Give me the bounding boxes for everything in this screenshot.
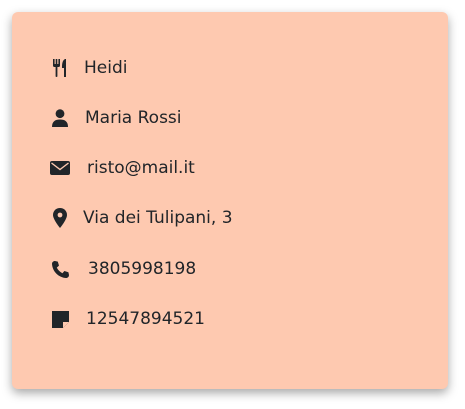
user-icon xyxy=(50,108,70,128)
note-number: 12547894521 xyxy=(86,309,205,329)
note-row: 12547894521 xyxy=(50,307,205,331)
phone-row: 3805998198 xyxy=(50,257,196,281)
address-row: Via dei Tulipani, 3 xyxy=(50,206,233,230)
owner-name-row: Maria Rossi xyxy=(50,106,182,130)
contact-card: Heidi Maria Rossi risto@mail.it Via dei … xyxy=(12,12,448,389)
utensils-icon xyxy=(50,58,70,78)
owner-name: Maria Rossi xyxy=(85,108,182,128)
restaurant-name-row: Heidi xyxy=(50,56,127,80)
restaurant-name: Heidi xyxy=(84,58,128,78)
street-address: Via dei Tulipani, 3 xyxy=(83,208,233,228)
envelope-icon xyxy=(50,158,70,178)
sticky-note-icon xyxy=(50,309,70,329)
email-address: risto@mail.it xyxy=(87,158,195,178)
phone-icon xyxy=(50,259,70,279)
email-row: risto@mail.it xyxy=(50,156,195,180)
phone-number: 3805998198 xyxy=(88,259,197,279)
map-marker-icon xyxy=(50,208,70,228)
